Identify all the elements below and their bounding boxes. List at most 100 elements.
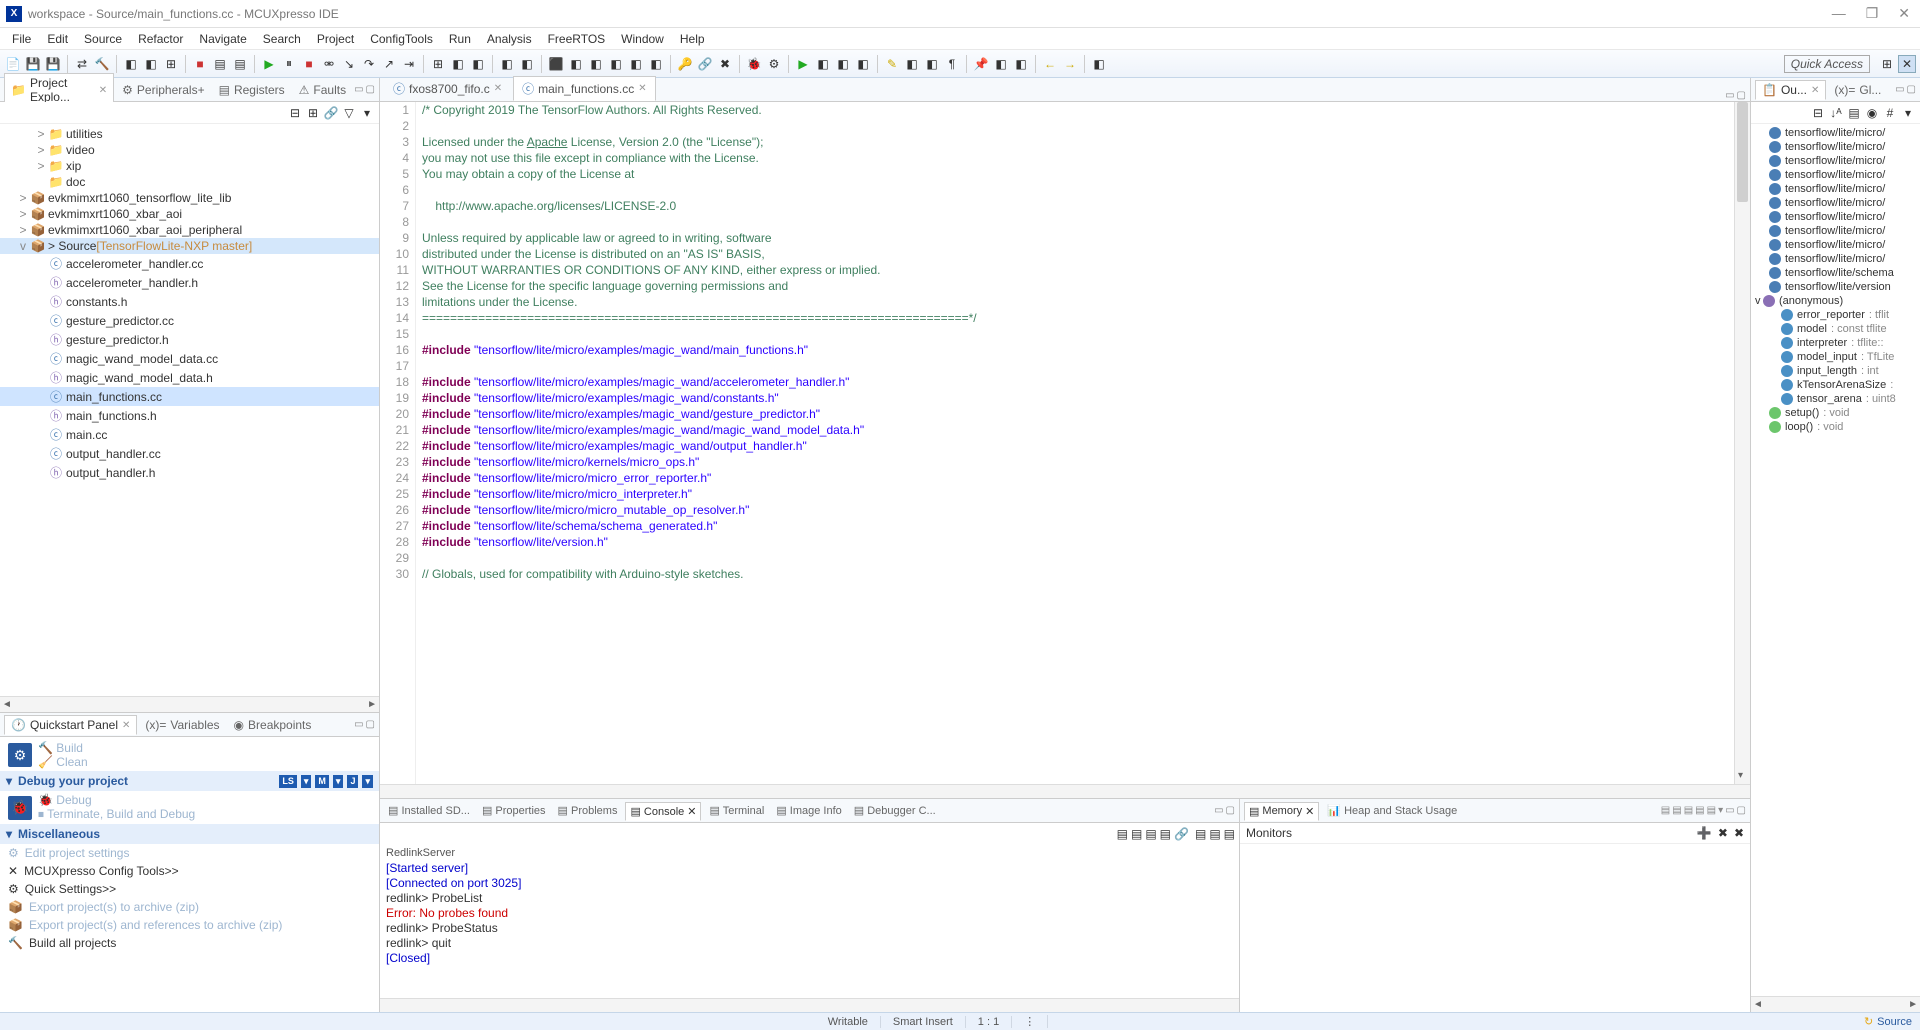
- qs-edit-settings[interactable]: ⚙ Edit project settings: [0, 844, 379, 862]
- minimize-view-icon[interactable]: ▭: [354, 719, 363, 730]
- stop-icon[interactable]: ■: [300, 55, 318, 73]
- link-icon[interactable]: 🔗: [323, 105, 339, 121]
- minimize-view-icon[interactable]: ▭: [1725, 805, 1734, 816]
- tree-item[interactable]: ⓒgesture_predictor.cc: [0, 311, 379, 330]
- tool-icon[interactable]: ◧: [607, 55, 625, 73]
- tool-icon[interactable]: ◧: [567, 55, 585, 73]
- outline-include[interactable]: tensorflow/lite/micro/: [1751, 210, 1920, 224]
- maximize-view-icon[interactable]: ▢: [1737, 90, 1746, 101]
- remove-all-icon[interactable]: ✖: [1734, 826, 1744, 840]
- tab-heap[interactable]: 📊 Heap and Stack Usage: [1323, 802, 1461, 819]
- tree-item[interactable]: >📦evkmimxrt1060_xbar_aoi: [0, 206, 379, 222]
- step-into-icon[interactable]: ↘: [340, 55, 358, 73]
- perspective-dev-icon[interactable]: ✕: [1898, 55, 1916, 73]
- tree-item[interactable]: ⓗaccelerometer_handler.h: [0, 273, 379, 292]
- maximize-view-icon[interactable]: ▢: [1737, 805, 1746, 816]
- tab-outline[interactable]: 📋 Ou... ✕: [1755, 80, 1826, 100]
- tool-icon[interactable]: ◧: [498, 55, 516, 73]
- tool-icon[interactable]: ◧: [834, 55, 852, 73]
- outline-namespace[interactable]: v(anonymous): [1751, 294, 1920, 308]
- menu-run[interactable]: Run: [441, 30, 479, 48]
- bottom-tab[interactable]: ▤ Properties: [478, 802, 550, 819]
- tool-icon[interactable]: ¶: [943, 55, 961, 73]
- tree-item[interactable]: ⓗgesture_predictor.h: [0, 330, 379, 349]
- outline-field[interactable]: model : const tflite: [1751, 322, 1920, 336]
- tool-icon[interactable]: ◧: [814, 55, 832, 73]
- tree-item[interactable]: >📦evkmimxrt1060_tensorflow_lite_lib: [0, 190, 379, 206]
- sort-icon[interactable]: ↓ᴬ: [1828, 105, 1844, 121]
- link-icon[interactable]: 🔗: [696, 55, 714, 73]
- menu-freertos[interactable]: FreeRTOS: [540, 30, 614, 48]
- tool-icon[interactable]: ◧: [627, 55, 645, 73]
- maximize-view-icon[interactable]: ▢: [1907, 84, 1916, 95]
- maximize-view-icon[interactable]: ▢: [366, 84, 375, 95]
- tool-icon[interactable]: ◧: [992, 55, 1010, 73]
- link-icon[interactable]: 🔗: [1174, 827, 1189, 841]
- editor-h-scrollbar[interactable]: [380, 784, 1750, 798]
- run-icon[interactable]: ▶: [794, 55, 812, 73]
- pin-icon[interactable]: 📌: [972, 55, 990, 73]
- grid-icon[interactable]: ⊞: [162, 55, 180, 73]
- close-icon[interactable]: ✕: [1811, 85, 1819, 96]
- tab-peripherals[interactable]: ⚙ Peripherals+: [116, 81, 210, 99]
- tab-registers[interactable]: ▤ Registers: [213, 81, 291, 99]
- bottom-tab[interactable]: ▤ Problems: [554, 802, 622, 819]
- outline-include[interactable]: tensorflow/lite/micro/: [1751, 126, 1920, 140]
- tool-icon[interactable]: ▤: [1846, 105, 1862, 121]
- outline-h-scrollbar[interactable]: [1751, 996, 1920, 1012]
- tool-icon[interactable]: ◧: [923, 55, 941, 73]
- minimize-view-icon[interactable]: ▭: [1725, 90, 1734, 101]
- editor[interactable]: 1234567891011121314151617181920212223242…: [380, 102, 1750, 784]
- outline-field[interactable]: kTensorArenaSize :: [1751, 378, 1920, 392]
- tool-icon[interactable]: ◧: [903, 55, 921, 73]
- add-icon[interactable]: ➕: [1697, 826, 1712, 840]
- tool-icon[interactable]: ⊟: [1810, 105, 1826, 121]
- bottom-tab[interactable]: ▤ Terminal: [705, 802, 768, 819]
- memory-body[interactable]: [1240, 844, 1750, 1012]
- bottom-tab[interactable]: ▤ Installed SD...: [384, 802, 474, 819]
- horizontal-scrollbar[interactable]: [0, 696, 379, 712]
- qs-config-tools[interactable]: ✕ MCUXpresso Config Tools>>: [0, 862, 379, 880]
- bottom-tab[interactable]: ▤ Console ✕: [625, 802, 701, 821]
- editor-tab[interactable]: ⓒ main_functions.cc ✕: [513, 76, 655, 101]
- key-icon[interactable]: 🔑: [676, 55, 694, 73]
- outline-include[interactable]: tensorflow/lite/version: [1751, 280, 1920, 294]
- perspective-icon[interactable]: ⊞: [1878, 55, 1896, 73]
- editor-tab[interactable]: ⓒ fxos8700_fifo.c ✕: [384, 76, 511, 101]
- close-icon[interactable]: ✕: [1305, 805, 1314, 818]
- quick-access-input[interactable]: Quick Access: [1784, 55, 1870, 73]
- menu-edit[interactable]: Edit: [39, 30, 76, 48]
- forward-icon[interactable]: →: [1061, 55, 1079, 73]
- close-icon[interactable]: ✕: [122, 720, 130, 731]
- tool-icon[interactable]: ▤: [1695, 805, 1704, 816]
- outline-field[interactable]: interpreter : tflite::: [1751, 336, 1920, 350]
- tool-icon[interactable]: ▤: [1661, 805, 1670, 816]
- close-icon[interactable]: ✕: [99, 85, 107, 96]
- status-source[interactable]: Source: [1877, 1016, 1920, 1028]
- minimize-view-icon[interactable]: ▭: [354, 84, 363, 95]
- tool-icon[interactable]: ▤: [1195, 827, 1206, 841]
- stop-icon[interactable]: ■: [191, 55, 209, 73]
- qs-debug[interactable]: 🐞 🐞 Debug ⏹ Terminate, Build and Debug: [0, 791, 379, 824]
- tool-icon[interactable]: ◧: [142, 55, 160, 73]
- step-out-icon[interactable]: ↗: [380, 55, 398, 73]
- tree-item[interactable]: 📁doc: [0, 174, 379, 190]
- outline-include[interactable]: tensorflow/lite/micro/: [1751, 238, 1920, 252]
- tool-icon[interactable]: ◧: [518, 55, 536, 73]
- qs-quick-settings[interactable]: ⚙ Quick Settings>>: [0, 880, 379, 898]
- minimize-button[interactable]: —: [1828, 5, 1850, 22]
- console-output[interactable]: [Started server][Connected on port 3025]…: [380, 861, 1239, 998]
- tree-item[interactable]: ⓒaccelerometer_handler.cc: [0, 254, 379, 273]
- debug-icon[interactable]: 🐞: [745, 55, 763, 73]
- close-icon[interactable]: ✕: [638, 83, 646, 94]
- vertical-scrollbar[interactable]: [1734, 102, 1750, 784]
- outline-include[interactable]: tensorflow/lite/micro/: [1751, 252, 1920, 266]
- tree-item[interactable]: ⓗmagic_wand_model_data.h: [0, 368, 379, 387]
- tool-icon[interactable]: ▤: [1224, 827, 1235, 841]
- bottom-tab[interactable]: ▤ Debugger C...: [850, 802, 940, 819]
- filter-icon[interactable]: ▽: [341, 105, 357, 121]
- menu-analysis[interactable]: Analysis: [479, 30, 540, 48]
- maximize-view-icon[interactable]: ▢: [1226, 805, 1235, 816]
- outline-field[interactable]: error_reporter : tflit: [1751, 308, 1920, 322]
- back-icon[interactable]: ←: [1041, 55, 1059, 73]
